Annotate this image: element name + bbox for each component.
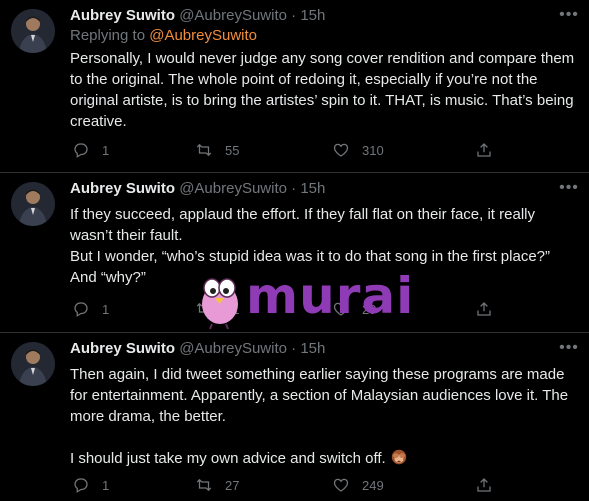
mention-link[interactable]: @AubreySuwito	[149, 27, 257, 44]
replying-to: Replying to @AubreySuwito	[70, 26, 257, 46]
display-name[interactable]: Aubrey Suwito	[70, 7, 175, 24]
avatar[interactable]	[11, 182, 55, 226]
retweet-icon	[196, 478, 212, 492]
tweet-header: Aubrey Suwito @AubreySuwito · 15h	[70, 6, 325, 26]
share-button[interactable]	[475, 140, 493, 160]
reply-icon	[74, 143, 88, 158]
like-count: 310	[362, 142, 384, 158]
user-handle[interactable]: @AubreySuwito	[179, 180, 287, 197]
retweet-icon	[196, 143, 212, 157]
separator: ·	[291, 180, 297, 197]
tweet-text: Personally, I would never judge any song…	[70, 48, 580, 132]
heart-icon	[333, 143, 349, 157]
avatar[interactable]	[11, 9, 55, 53]
user-handle[interactable]: @AubreySuwito	[179, 7, 287, 24]
like-button[interactable]: 249	[332, 475, 384, 495]
user-handle[interactable]: @AubreySuwito	[179, 340, 287, 357]
see-no-evil-monkey-icon	[390, 448, 408, 472]
retweet-button[interactable]: 55	[195, 140, 239, 160]
tweet-text: Then again, I did tweet something earlie…	[70, 364, 580, 472]
reply-icon	[74, 302, 88, 317]
display-name[interactable]: Aubrey Suwito	[70, 180, 175, 197]
reply-button[interactable]: 1	[72, 475, 109, 495]
reply-count: 1	[102, 477, 110, 493]
avatar[interactable]	[11, 342, 55, 386]
tweet-paragraph: Personally, I would never judge any song…	[70, 50, 575, 130]
tweet-sentence: I should just take my own advice and swi…	[70, 450, 386, 467]
retweet-button[interactable]: 27	[195, 475, 239, 495]
timestamp[interactable]: 15h	[300, 180, 325, 197]
timeline-feed: Aubrey Suwito @AubreySuwito · 15h ••• Re…	[0, 0, 589, 501]
retweet-count: 55	[225, 142, 240, 158]
share-button[interactable]	[475, 475, 493, 495]
reply-count: 1	[102, 301, 110, 317]
display-name[interactable]: Aubrey Suwito	[70, 340, 175, 357]
heart-icon	[333, 478, 349, 492]
replying-to-label: Replying to	[70, 27, 146, 44]
share-icon	[477, 302, 491, 316]
reply-button[interactable]: 1	[72, 299, 109, 319]
tweet-actions: 1 27 249	[62, 475, 532, 495]
tweet-actions: 1 55 310	[62, 140, 532, 160]
reply-button[interactable]: 1	[72, 140, 109, 160]
retweet-count: 27	[225, 477, 240, 493]
more-options-icon[interactable]: •••	[559, 7, 579, 27]
like-button[interactable]: 310	[332, 140, 384, 160]
tweet-paragraph: I should just take my own advice and swi…	[70, 448, 580, 472]
timestamp[interactable]: 15h	[300, 7, 325, 24]
tweet-header: Aubrey Suwito @AubreySuwito · 15h	[70, 179, 325, 199]
tweet[interactable]: Aubrey Suwito @AubreySuwito · 15h ••• Re…	[0, 0, 589, 173]
watermark-logo: murai	[196, 266, 413, 330]
bird-mascot-icon	[202, 278, 238, 330]
tweet-paragraph: If they succeed, applaud the effort. If …	[70, 206, 535, 244]
more-options-icon[interactable]: •••	[559, 340, 579, 360]
tweet-paragraph: Then again, I did tweet something earlie…	[70, 366, 569, 425]
reply-icon	[74, 478, 88, 493]
watermark-text: murai	[246, 267, 415, 325]
tweet[interactable]: Aubrey Suwito @AubreySuwito · 15h ••• Th…	[0, 333, 589, 501]
share-button[interactable]	[475, 299, 493, 319]
separator: ·	[291, 340, 297, 357]
timestamp[interactable]: 15h	[300, 340, 325, 357]
like-count: 249	[362, 477, 384, 493]
separator: ·	[291, 7, 297, 24]
share-icon	[477, 478, 491, 492]
reply-count: 1	[102, 142, 110, 158]
tweet-header: Aubrey Suwito @AubreySuwito · 15h	[70, 339, 325, 359]
share-icon	[477, 143, 491, 157]
more-options-icon[interactable]: •••	[559, 180, 579, 200]
